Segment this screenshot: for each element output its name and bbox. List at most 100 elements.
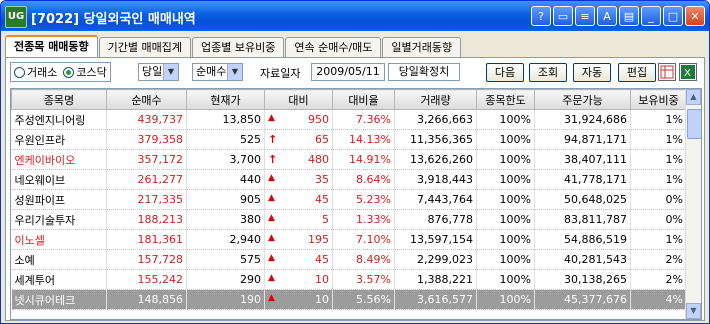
col-header-volume[interactable]: 거래량	[394, 89, 477, 110]
holding-value: 1%	[630, 149, 687, 170]
change-rate: 5.23%	[332, 189, 395, 210]
auto-button[interactable]: 자동	[573, 63, 611, 82]
change-rate: 14.91%	[332, 149, 395, 170]
col-header-orderable[interactable]: 주문가능	[534, 89, 631, 110]
change-value: ▲ 45	[264, 189, 333, 210]
current-price: 440	[186, 169, 265, 190]
col-header-net-buy[interactable]: 순매수	[106, 89, 187, 110]
excel-export-icon[interactable]: X	[679, 63, 697, 81]
table-row[interactable]: 이노셀 181,361 2,940 ▲ 195 7.10% 13,597,154 100% 54…	[11, 229, 687, 250]
grid-settings-icon[interactable]	[658, 63, 676, 81]
table-row[interactable]: 세계투어 155,242 290 ▲ 10 3.57% 1,388,221 100% 30,13…	[11, 269, 687, 290]
net-buy-value: 181,361	[106, 229, 187, 250]
table-row[interactable]: 성원파이프 217,335 905 ▲ 45 5.23% 7,443,764 100% 50,6…	[11, 189, 687, 210]
net-buy-value: 217,335	[106, 189, 187, 210]
change-value: ▲ 10	[264, 269, 333, 290]
app-logo: UG	[5, 6, 27, 28]
orderable-value: 40,281,543	[534, 249, 631, 270]
stock-name: 주성엔지니어링	[11, 109, 107, 130]
current-price: 905	[186, 189, 265, 210]
market-label-kosdaq: 코스닥	[76, 66, 107, 79]
limit-value: 100%	[476, 169, 535, 190]
help-button[interactable]: ?	[531, 6, 551, 26]
change-amount: 35	[315, 173, 329, 186]
scroll-thumb[interactable]	[687, 109, 701, 139]
up-triangle-icon: ▲	[268, 113, 275, 123]
chevron-down-icon[interactable]: ▼	[163, 64, 178, 80]
table-row[interactable]: 우원인프라 379,358 525 ↑ 65 14.13% 11,356,365 100% 94…	[11, 129, 687, 150]
col-header-change[interactable]: 대비	[264, 89, 333, 110]
close-button[interactable]: ✕	[685, 6, 705, 26]
change-rate: 3.57%	[332, 269, 395, 290]
window-link-button[interactable]: ▭	[553, 6, 573, 26]
date-label: 자료일자	[260, 67, 301, 80]
radio-kospi[interactable]	[14, 66, 25, 78]
minimize-button[interactable]: _	[641, 6, 661, 26]
stock-name: 넷시큐어테크	[11, 289, 107, 310]
tab-all-stocks[interactable]: 전종목 매매동향	[5, 35, 98, 59]
col-header-limit[interactable]: 종목한도	[476, 89, 535, 110]
font-size-button[interactable]: A	[597, 6, 617, 26]
col-header-holding[interactable]: 보유비중	[630, 89, 687, 110]
volume-value: 13,597,154	[394, 229, 477, 250]
col-header-rate[interactable]: 대비율	[332, 89, 395, 110]
net-buy-value: 357,172	[106, 149, 187, 170]
next-button[interactable]: 다음	[486, 63, 524, 82]
vertical-scrollbar[interactable]: ▲ ▼	[685, 89, 701, 319]
layout-button[interactable]: ▤	[619, 6, 639, 26]
volume-value: 3,918,443	[394, 169, 477, 190]
scroll-up-icon[interactable]: ▲	[686, 89, 701, 105]
col-header-price[interactable]: 현재가	[186, 89, 265, 110]
stock-name: 엔케이바이오	[11, 149, 107, 170]
table-row[interactable]: 소예 157,728 575 ▲ 45 8.49% 2,299,023 100% 40,281,…	[11, 249, 687, 270]
volume-value: 3,266,663	[394, 109, 477, 130]
orderable-value: 45,377,676	[534, 289, 631, 310]
title-bar[interactable]: UG [7022] 당일외국인 매매내역 ? ▭ ≡ A ▤ _ □ ✕	[1, 1, 709, 31]
current-price: 525	[186, 129, 265, 150]
sort-select[interactable]: 순매수 ▼	[192, 63, 243, 81]
limit-value: 100%	[476, 209, 535, 230]
table-row[interactable]: 네오웨이브 261,277 440 ▲ 35 8.64% 3,918,443 100% 41,7…	[11, 169, 687, 190]
tab-consecutive-net[interactable]: 연속 순매수/매도	[285, 37, 382, 58]
window-title: [7022] 당일외국인 매매내역	[31, 12, 196, 27]
market-option-kosdaq[interactable]: 코스닥	[63, 64, 107, 80]
orderable-value: 94,871,171	[534, 129, 631, 150]
limit-value: 100%	[476, 149, 535, 170]
holding-value: 0%	[630, 189, 687, 210]
volume-value: 1,388,221	[394, 269, 477, 290]
table-row[interactable]: 넷시큐어테크 148,856 190 ▲ 10 5.56% 3,616,577 100% 45,…	[11, 289, 687, 310]
current-price: 13,850	[186, 109, 265, 130]
holding-value: 1%	[630, 109, 687, 130]
stock-name: 성원파이프	[11, 189, 107, 210]
tab-sector-holding[interactable]: 업종별 보유비중	[192, 37, 285, 58]
chevron-down-icon[interactable]: ▼	[227, 64, 242, 80]
stock-name: 우리기술투자	[11, 209, 107, 230]
limit-value: 100%	[476, 129, 535, 150]
market-option-kospi[interactable]: 거래소	[14, 64, 57, 80]
svg-text:X: X	[684, 68, 691, 79]
settings-menu-button[interactable]: ≡	[575, 6, 595, 26]
edit-button[interactable]: 편집	[618, 63, 656, 82]
stock-name: 세계투어	[11, 269, 107, 290]
orderable-value: 83,811,787	[534, 209, 631, 230]
stock-name: 소예	[11, 249, 107, 270]
table-row[interactable]: 우리기술투자 188,213 380 ▲ 5 1.33% 876,778 100% 83,811…	[11, 209, 687, 230]
market-label-kospi: 거래소	[27, 66, 58, 79]
maximize-button[interactable]: □	[663, 6, 683, 26]
change-value: ▲ 45	[264, 249, 333, 270]
date-field[interactable]: 2009/05/11	[311, 63, 385, 81]
holding-value: 2%	[630, 269, 687, 290]
radio-kosdaq[interactable]	[63, 66, 75, 78]
query-button[interactable]: 조회	[529, 63, 567, 82]
orderable-value: 30,138,265	[534, 269, 631, 290]
net-buy-value: 439,737	[106, 109, 187, 130]
scroll-down-icon[interactable]: ▼	[686, 303, 701, 319]
tab-period-summary[interactable]: 기간별 매매집계	[98, 37, 192, 58]
volume-value: 7,443,764	[394, 189, 477, 210]
table-row[interactable]: 주성엔지니어링 439,737 13,850 ▲ 950 7.36% 3,266,663 10…	[11, 109, 687, 130]
table-row[interactable]: 엔케이바이오 357,172 3,700 ↑ 480 14.91% 13,626,260 10…	[11, 149, 687, 170]
current-price: 2,940	[186, 229, 265, 250]
tab-daily-trend[interactable]: 일별거래동향	[382, 37, 462, 58]
col-header-name[interactable]: 종목명	[11, 89, 107, 110]
period-select[interactable]: 당일 ▼	[138, 63, 179, 81]
